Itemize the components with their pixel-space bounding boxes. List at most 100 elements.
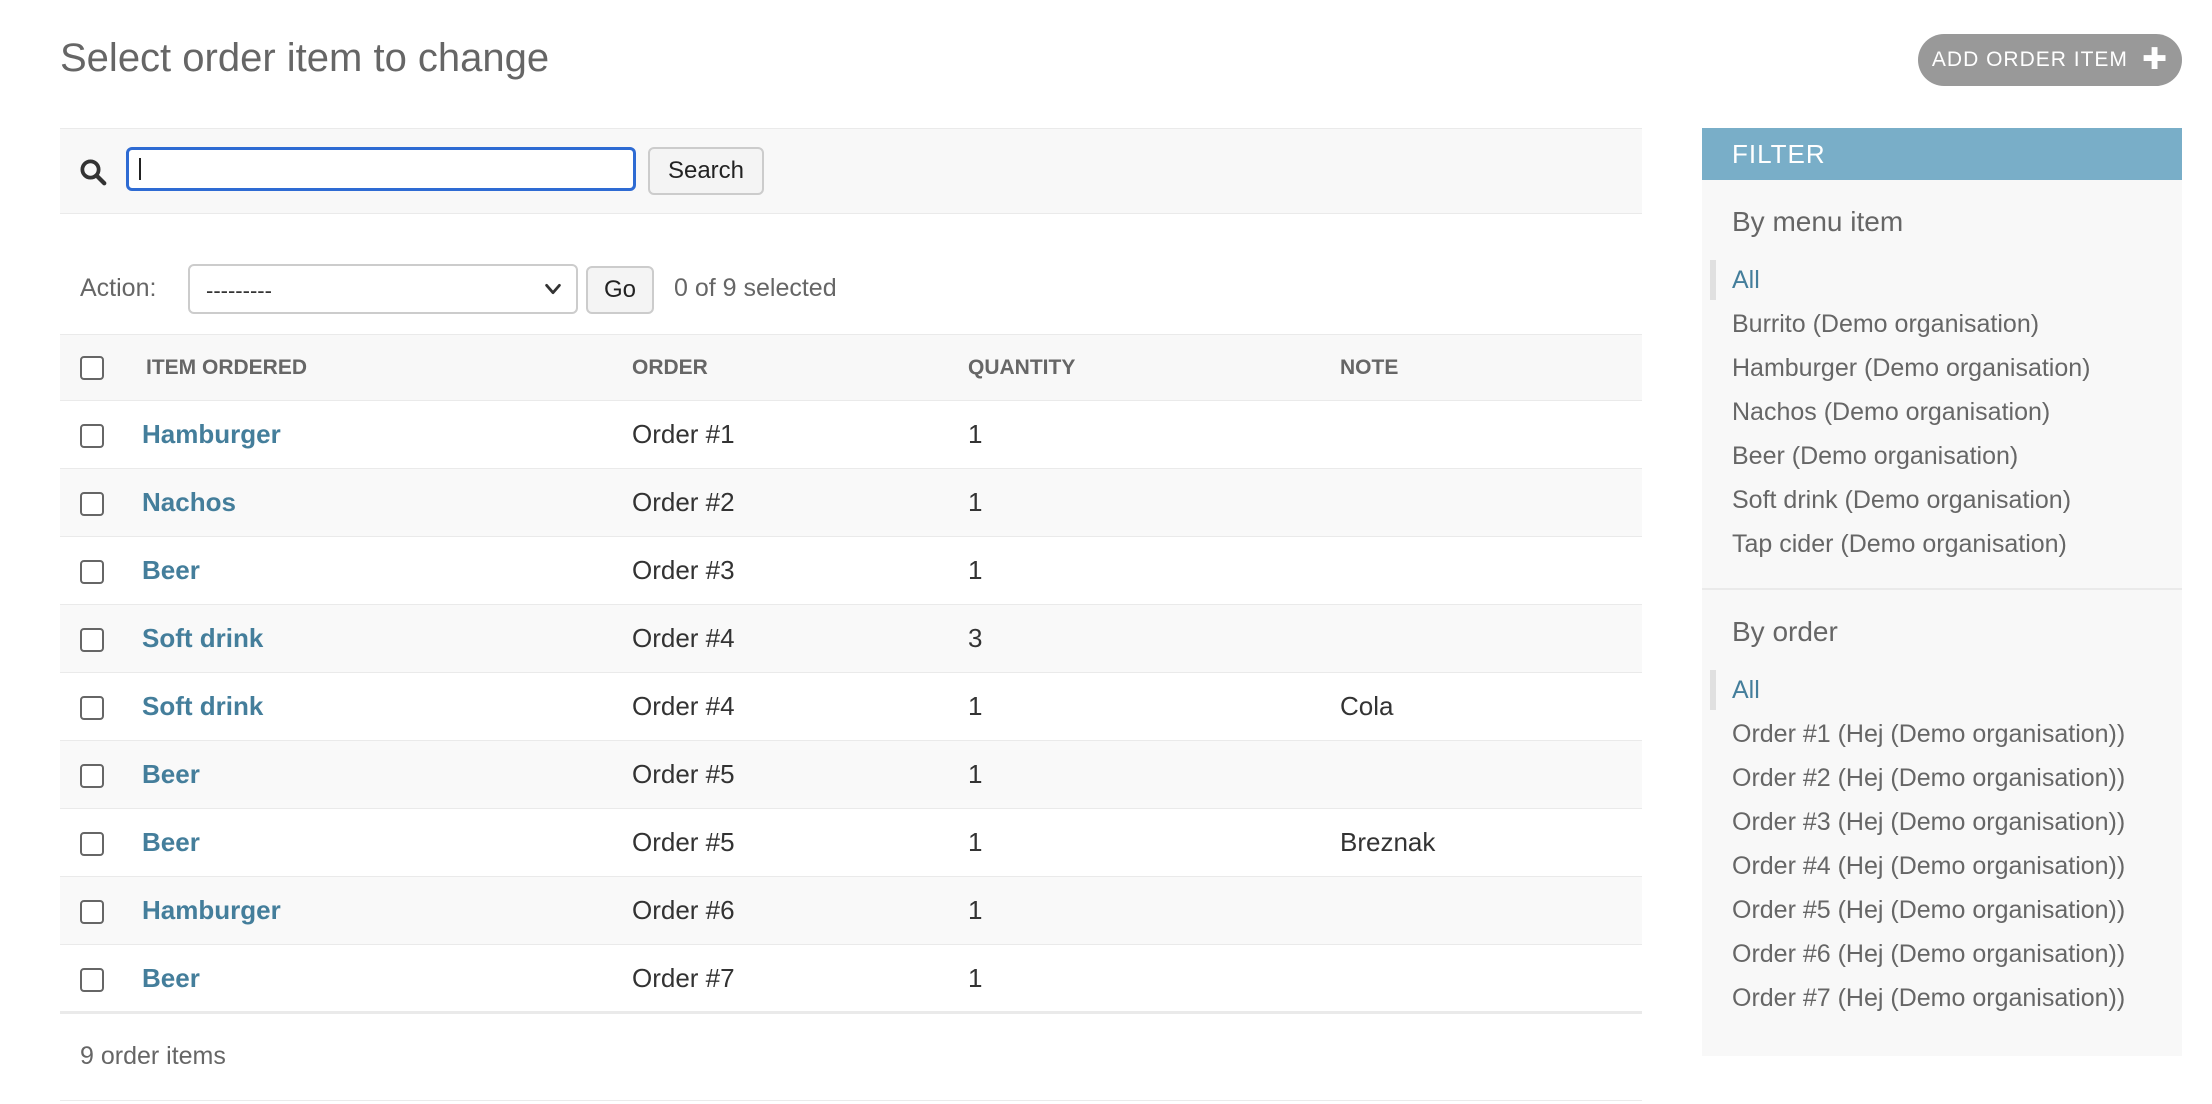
order-cell: Order #6	[632, 876, 968, 945]
action-label: Action:	[80, 274, 157, 302]
row-select-cell	[60, 876, 142, 945]
note-cell	[1340, 536, 1642, 605]
quantity-cell: 1	[968, 672, 1340, 741]
table-row: Nachos Order #2 1	[60, 468, 1642, 537]
note-cell	[1340, 468, 1642, 537]
quantity-cell: 1	[968, 808, 1340, 877]
row-checkbox[interactable]	[80, 424, 104, 449]
search-icon	[80, 159, 107, 186]
quantity-cell: 1	[968, 944, 1340, 1014]
quantity-cell: 1	[968, 468, 1340, 537]
filter-option[interactable]: Tap cider (Demo organisation)	[1702, 522, 2182, 566]
filter-option[interactable]: Beer (Demo organisation)	[1702, 434, 2182, 478]
table-row: Beer Order #5 1 Breznak	[60, 808, 1642, 877]
filter-divider	[1702, 588, 2182, 590]
column-header-note[interactable]: NOTE	[1340, 334, 1642, 401]
filter-header: FILTER	[1702, 128, 2182, 180]
table-row: Beer Order #7 1	[60, 944, 1642, 1014]
item-link[interactable]: Beer	[142, 759, 200, 789]
filter-option[interactable]: Burrito (Demo organisation)	[1702, 302, 2182, 346]
add-order-item-label: ADD ORDER ITEM	[1931, 48, 2128, 71]
filter-option[interactable]: Soft drink (Demo organisation)	[1702, 478, 2182, 522]
item-link[interactable]: Beer	[142, 963, 200, 993]
filter-option[interactable]: Order #3 (Hej (Demo organisation))	[1702, 800, 2182, 844]
filter-option[interactable]: Order #4 (Hej (Demo organisation))	[1702, 844, 2182, 888]
order-cell: Order #5	[632, 740, 968, 809]
column-header-item-ordered[interactable]: ITEM ORDERED	[142, 334, 632, 401]
actions-bar: Action: --------- Go 0 of 9 selected	[60, 264, 1642, 330]
item-link[interactable]: Soft drink	[142, 623, 263, 653]
quantity-cell: 1	[968, 400, 1340, 469]
row-checkbox[interactable]	[80, 628, 104, 653]
table-row: Soft drink Order #4 1 Cola	[60, 672, 1642, 741]
result-table: ITEM ORDERED ORDER QUANTITY NOTE Hamburg…	[60, 334, 1642, 1014]
row-checkbox[interactable]	[80, 764, 104, 789]
table-row: Hamburger Order #6 1	[60, 876, 1642, 945]
result-count: 9 order items	[80, 1042, 226, 1070]
item-link[interactable]: Hamburger	[142, 895, 281, 925]
order-cell: Order #2	[632, 468, 968, 537]
note-cell	[1340, 400, 1642, 469]
filter-group-title-order: By order	[1732, 616, 1838, 647]
action-select-value: ---------	[206, 278, 272, 303]
select-all-cell	[60, 334, 142, 401]
page-title: Select order item to change	[60, 36, 550, 80]
filter-option[interactable]: Order #7 (Hej (Demo organisation))	[1702, 976, 2182, 1020]
column-header-order[interactable]: ORDER	[632, 334, 968, 401]
item-cell: Nachos	[142, 468, 632, 537]
item-link[interactable]: Hamburger	[142, 419, 281, 449]
item-link[interactable]: Soft drink	[142, 691, 263, 721]
row-checkbox[interactable]	[80, 832, 104, 857]
filter-list-order: All Order #1 (Hej (Demo organisation)) O…	[1702, 668, 2182, 1020]
note-cell: Breznak	[1340, 808, 1642, 877]
item-cell: Beer	[142, 536, 632, 605]
item-link[interactable]: Nachos	[142, 487, 236, 517]
row-checkbox[interactable]	[80, 900, 104, 925]
search-button[interactable]: Search	[648, 147, 764, 195]
search-input[interactable]	[126, 147, 636, 191]
order-cell: Order #5	[632, 808, 968, 877]
row-checkbox[interactable]	[80, 492, 104, 517]
item-link[interactable]: Beer	[142, 827, 200, 857]
item-cell: Beer	[142, 944, 632, 1014]
select-all-checkbox[interactable]	[80, 355, 104, 380]
order-cell: Order #1	[632, 400, 968, 469]
filter-option[interactable]: Order #1 (Hej (Demo organisation))	[1702, 712, 2182, 756]
action-select[interactable]: ---------	[188, 264, 578, 314]
paginator: 9 order items	[60, 1022, 1642, 1101]
table-row: Beer Order #5 1	[60, 740, 1642, 809]
item-cell: Soft drink	[142, 604, 632, 673]
row-checkbox[interactable]	[80, 560, 104, 585]
note-cell	[1340, 740, 1642, 809]
row-checkbox[interactable]	[80, 696, 104, 721]
go-button[interactable]: Go	[586, 266, 654, 314]
filter-option[interactable]: Hamburger (Demo organisation)	[1702, 346, 2182, 390]
table-row: Beer Order #3 1	[60, 536, 1642, 605]
chevron-down-icon	[545, 283, 561, 295]
order-cell: Order #3	[632, 536, 968, 605]
quantity-cell: 3	[968, 604, 1340, 673]
filter-option[interactable]: All	[1702, 668, 2182, 712]
filter-group-title-menu-item: By menu item	[1732, 206, 1904, 237]
quantity-cell: 1	[968, 740, 1340, 809]
filter-option[interactable]: Order #5 (Hej (Demo organisation))	[1702, 888, 2182, 932]
filter-option[interactable]: All	[1702, 258, 2182, 302]
quantity-cell: 1	[968, 876, 1340, 945]
row-select-cell	[60, 740, 142, 809]
row-select-cell	[60, 400, 142, 469]
column-header-quantity[interactable]: QUANTITY	[968, 334, 1340, 401]
item-link[interactable]: Beer	[142, 555, 200, 585]
order-cell: Order #4	[632, 672, 968, 741]
row-select-cell	[60, 808, 142, 877]
order-cell: Order #7	[632, 944, 968, 1014]
row-checkbox[interactable]	[80, 967, 104, 992]
item-cell: Hamburger	[142, 400, 632, 469]
item-cell: Beer	[142, 808, 632, 877]
add-order-item-button[interactable]: ADD ORDER ITEM ✚	[1918, 34, 2182, 86]
filter-option[interactable]: Nachos (Demo organisation)	[1702, 390, 2182, 434]
selected-count: 0 of 9 selected	[674, 274, 837, 302]
row-select-cell	[60, 604, 142, 673]
filter-option[interactable]: Order #6 (Hej (Demo organisation))	[1702, 932, 2182, 976]
table-row: Hamburger Order #1 1	[60, 400, 1642, 469]
filter-option[interactable]: Order #2 (Hej (Demo organisation))	[1702, 756, 2182, 800]
